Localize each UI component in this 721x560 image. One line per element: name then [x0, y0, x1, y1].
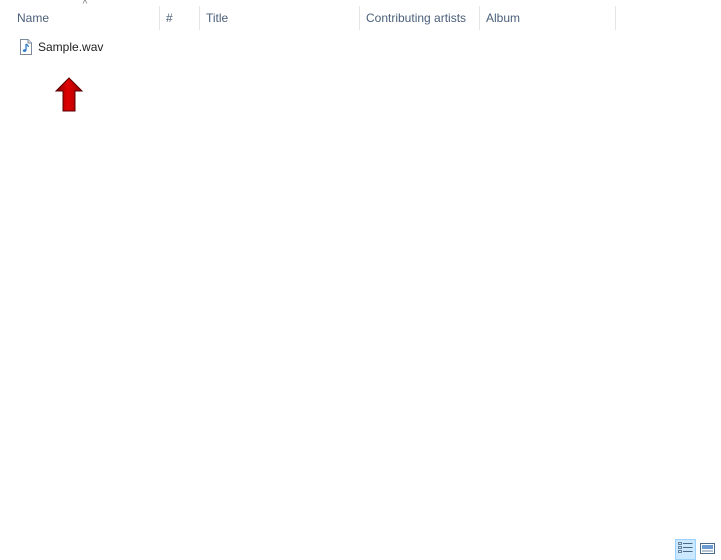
file-row[interactable]: Sample.wav	[16, 37, 156, 57]
column-header-title-label: Title	[206, 11, 229, 25]
column-header-bar: Name ^ # Title Contributing artists Albu…	[0, 0, 721, 36]
column-header-number-label: #	[166, 11, 173, 25]
column-header-album-label: Album	[486, 11, 521, 25]
details-view-button[interactable]	[675, 539, 696, 560]
column-header-contributing-artists[interactable]: Contributing artists	[360, 0, 479, 36]
column-divider[interactable]	[615, 6, 616, 30]
large-icons-view-icon	[700, 542, 715, 558]
file-explorer-view: Name ^ # Title Contributing artists Albu…	[0, 0, 721, 560]
file-name: Sample.wav	[38, 40, 104, 54]
sort-ascending-icon: ^	[82, 0, 88, 10]
column-header-name-label: Name	[17, 11, 50, 25]
details-view-icon	[678, 541, 693, 558]
large-icons-view-button[interactable]	[697, 539, 718, 560]
audio-file-icon	[19, 39, 33, 55]
column-header-title[interactable]: Title	[200, 0, 359, 36]
column-header-number[interactable]: #	[160, 0, 199, 36]
column-header-contributing-artists-label: Contributing artists	[366, 11, 467, 25]
annotation-up-arrow-icon	[54, 77, 84, 113]
column-header-album[interactable]: Album	[480, 0, 615, 36]
view-switcher	[675, 539, 721, 560]
